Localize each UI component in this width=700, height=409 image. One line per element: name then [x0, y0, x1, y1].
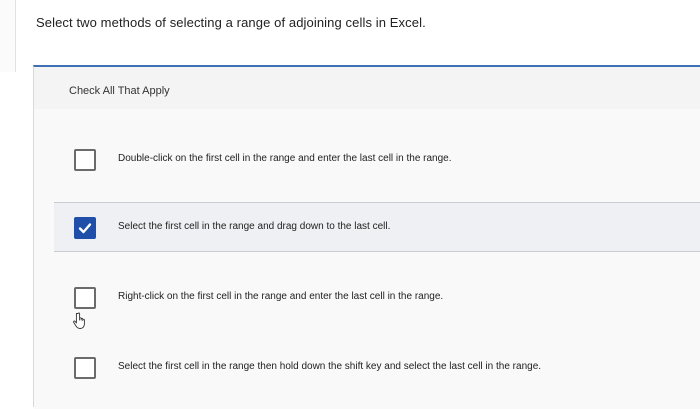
panel-header: Check All That Apply — [34, 67, 700, 109]
option-2-label: Select the first cell in the range and d… — [118, 221, 391, 232]
option-4-checkbox[interactable] — [74, 357, 96, 379]
checkmark-icon — [78, 223, 92, 234]
option-1-label: Double-click on the first cell in the ra… — [118, 153, 452, 164]
left-rail — [0, 0, 16, 72]
option-2[interactable]: Select the first cell in the range and d… — [54, 202, 700, 252]
option-3-label: Right-click on the first cell in the ran… — [118, 291, 444, 302]
option-3[interactable]: Right-click on the first cell in the ran… — [54, 273, 700, 323]
option-1[interactable]: Double-click on the first cell in the ra… — [54, 135, 700, 185]
hand-pointer-icon — [73, 312, 85, 329]
option-4[interactable]: Select the first cell in the range then … — [54, 343, 700, 393]
options-list: Double-click on the first cell in the ra… — [34, 109, 700, 409]
option-2-checkbox[interactable] — [74, 217, 96, 239]
option-4-label: Select the first cell in the range then … — [118, 361, 542, 372]
option-3-checkbox[interactable] — [74, 287, 96, 309]
check-all-instruction: Check All That Apply — [69, 85, 170, 97]
question-text: Select two methods of selecting a range … — [36, 15, 426, 30]
option-1-checkbox[interactable] — [74, 149, 96, 171]
answer-panel: Check All That Apply Double-click on the… — [33, 65, 700, 409]
